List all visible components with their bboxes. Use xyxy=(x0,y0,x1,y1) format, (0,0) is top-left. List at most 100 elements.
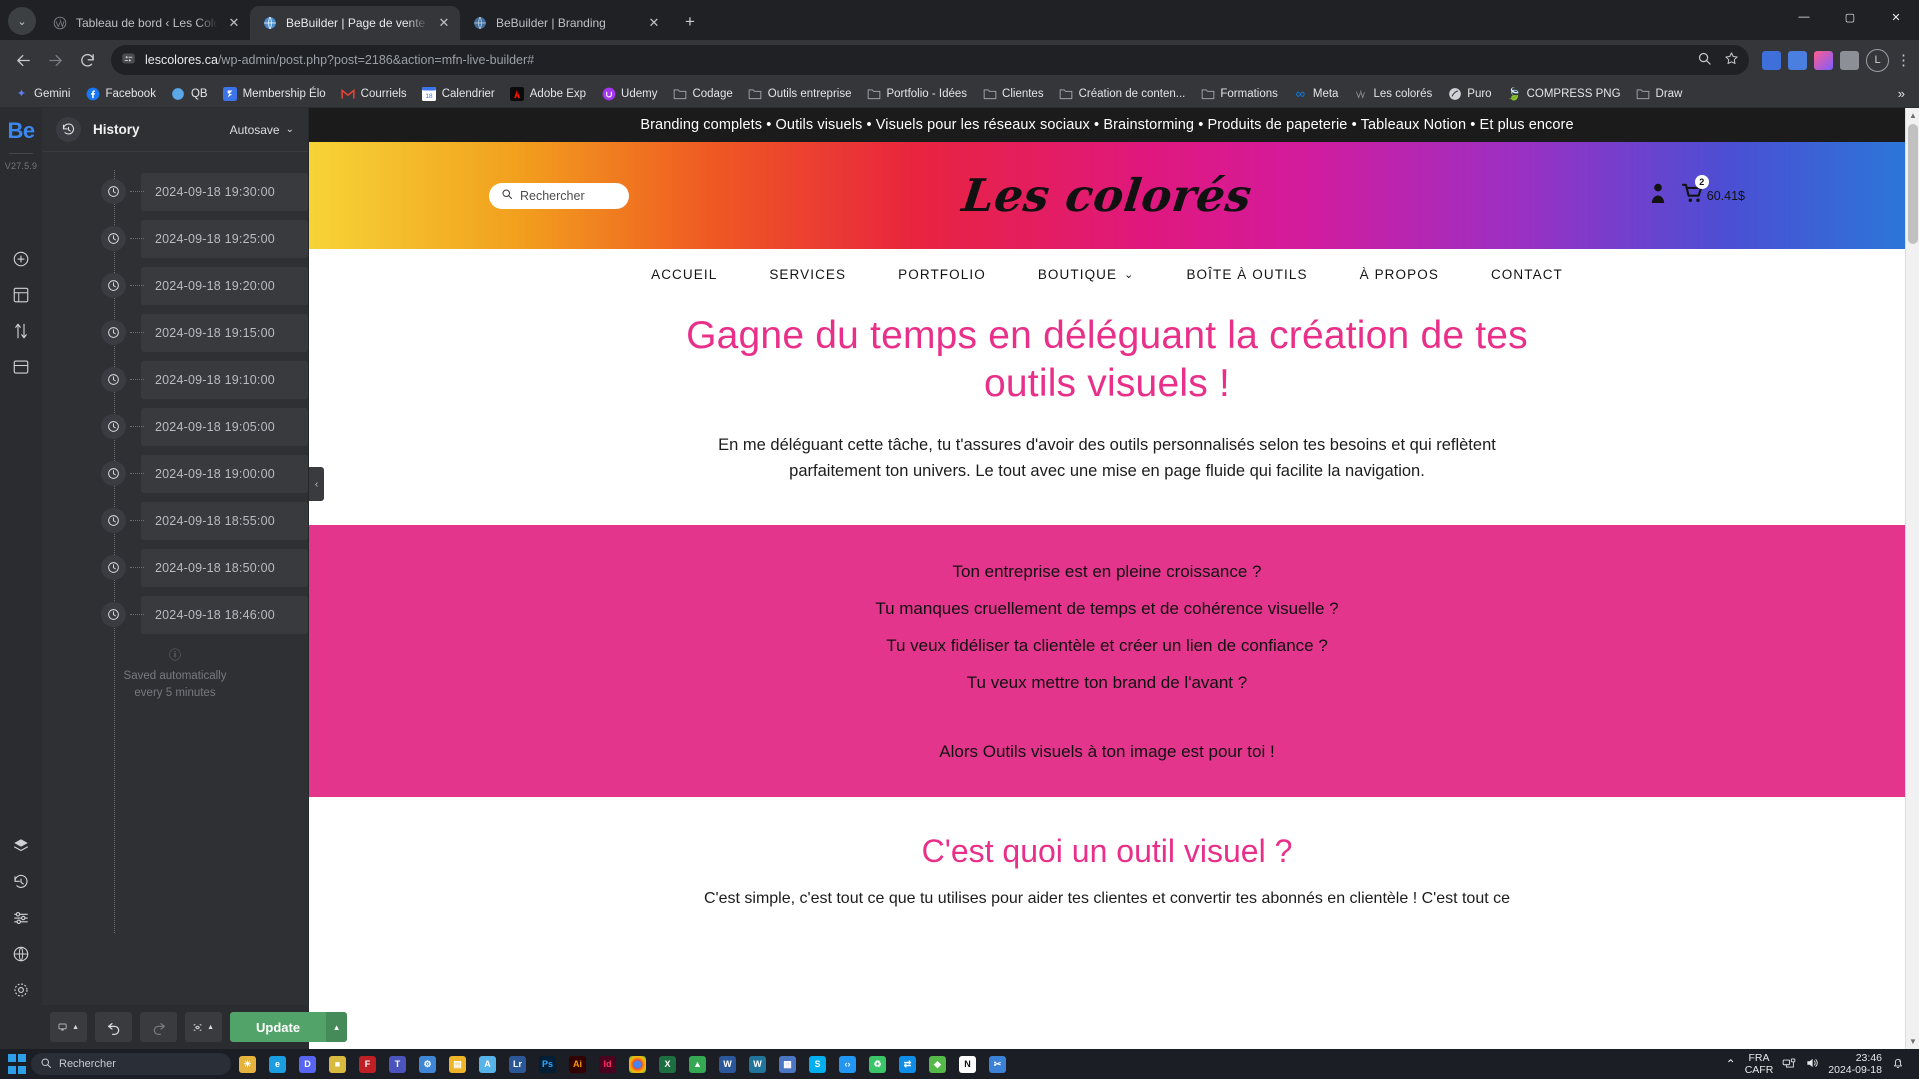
history-icon[interactable] xyxy=(12,872,31,891)
network-icon[interactable] xyxy=(1782,1056,1796,1073)
nav-item-accueil[interactable]: ACCUEIL xyxy=(625,267,743,282)
browser-menu-icon[interactable]: ⋮ xyxy=(1896,51,1911,69)
minimize-button[interactable]: — xyxy=(1781,0,1827,34)
update-options-caret-icon[interactable]: ▲ xyxy=(326,1012,348,1042)
bookmark-compress-png[interactable]: 🍃 COMPRESS PNG xyxy=(1501,83,1627,104)
taskbar-app-notion-icon[interactable]: N xyxy=(954,1051,981,1077)
taskbar-app-teamviewer-icon[interactable]: ⇄ xyxy=(894,1051,921,1077)
taskbar-app-excel-icon[interactable]: X xyxy=(654,1051,681,1077)
close-icon[interactable]: ✕ xyxy=(226,15,242,31)
address-bar[interactable]: lescolores.ca/wp-admin/post.php?post=218… xyxy=(111,45,1749,75)
history-entry[interactable]: 2024-09-18 18:55:00 xyxy=(42,497,308,544)
nav-item-boite-a-outils[interactable]: BOÎTE À OUTILS xyxy=(1160,267,1333,282)
extension-grid-icon[interactable] xyxy=(1762,50,1781,70)
forward-icon[interactable] xyxy=(40,45,70,75)
add-circle-icon[interactable] xyxy=(12,249,31,268)
responsive-mode-button[interactable]: ▲ xyxy=(50,1012,87,1042)
history-entry[interactable]: 2024-09-18 19:25:00 xyxy=(42,215,308,262)
history-entry[interactable]: 2024-09-18 19:05:00 xyxy=(42,403,308,450)
panel-collapse-handle[interactable]: ‹ xyxy=(309,467,324,501)
taskbar-app-vscode-icon[interactable]: ‹› xyxy=(834,1051,861,1077)
bookmark-draw[interactable]: Draw xyxy=(1630,83,1689,104)
taskbar-app-settings-icon[interactable]: ⚙ xyxy=(414,1051,441,1077)
taskbar-app-skype-icon[interactable]: S xyxy=(804,1051,831,1077)
bookmarks-overflow-button[interactable]: » xyxy=(1892,86,1911,101)
scroll-down-arrow[interactable]: ▼ xyxy=(1906,1034,1919,1049)
taskbar-app-indesign-icon[interactable]: Id xyxy=(594,1051,621,1077)
bookmark-portfolio-idees[interactable]: Portfolio - Idées xyxy=(860,83,973,104)
history-entry[interactable]: 2024-09-18 19:20:00 xyxy=(42,262,308,309)
layers-icon[interactable] xyxy=(12,836,31,855)
history-entry[interactable]: 2024-09-18 19:00:00 xyxy=(42,450,308,497)
template-icon[interactable] xyxy=(12,357,31,376)
bookmark-udemy[interactable]: Udemy xyxy=(595,83,663,104)
nav-item-a-propos[interactable]: À PROPOS xyxy=(1334,267,1465,282)
bookmark-outils-entreprise[interactable]: Outils entreprise xyxy=(742,83,858,104)
taskbar-app-filezilla-icon[interactable]: F xyxy=(354,1051,381,1077)
search-icon[interactable] xyxy=(1697,51,1712,69)
undo-button[interactable] xyxy=(95,1012,132,1042)
bookmark-gemini[interactable]: ✦ Gemini xyxy=(8,83,76,104)
bookmark-formations[interactable]: Formations xyxy=(1194,83,1284,104)
gear-icon[interactable] xyxy=(12,980,31,999)
maximize-button[interactable]: ▢ xyxy=(1827,0,1873,34)
history-entry[interactable]: 2024-09-18 18:50:00 xyxy=(42,544,308,591)
bookmark-clientes[interactable]: Clientes xyxy=(976,83,1050,104)
taskbar-app-acrobat-icon[interactable]: A xyxy=(474,1051,501,1077)
autosave-dropdown[interactable]: Autosave ⌄ xyxy=(230,123,294,137)
nav-item-boutique[interactable]: BOUTIQUE ⌄ xyxy=(1012,267,1161,282)
scroll-up-arrow[interactable]: ▲ xyxy=(1906,108,1919,123)
close-window-button[interactable]: ✕ xyxy=(1873,0,1919,34)
windows-icon[interactable] xyxy=(6,1053,28,1075)
sliders-icon[interactable] xyxy=(12,908,31,927)
browser-tab-1[interactable]: BeBuilder | Page de vente – Out ✕ xyxy=(250,6,460,40)
close-icon[interactable]: ✕ xyxy=(436,15,452,31)
bookmark-membership-elo[interactable]: Membership Élo xyxy=(217,83,332,104)
scrollbar-thumb[interactable] xyxy=(1908,124,1918,244)
taskbar-app-wordpress-icon[interactable]: W xyxy=(744,1051,771,1077)
star-icon[interactable] xyxy=(1724,51,1739,69)
bookmark-les-colores[interactable]: Les colorés xyxy=(1347,83,1438,104)
bebuilder-logo[interactable]: Be xyxy=(7,120,35,142)
bookmark-facebook[interactable]: Facebook xyxy=(79,83,162,104)
history-entry[interactable]: 2024-09-18 19:15:00 xyxy=(42,309,308,356)
back-icon[interactable] xyxy=(8,45,38,75)
taskbar-app-calculator-icon[interactable]: ▦ xyxy=(774,1051,801,1077)
grid-add-icon[interactable] xyxy=(12,285,31,304)
clock[interactable]: 23:46 2024-09-18 xyxy=(1828,1052,1882,1076)
globe-icon[interactable] xyxy=(12,944,31,963)
bookmark-qb[interactable]: QB xyxy=(165,83,214,104)
tray-expand-chevron-icon[interactable]: ⌃ xyxy=(1726,1057,1736,1071)
history-entry[interactable]: 2024-09-18 19:30:00 xyxy=(42,168,308,215)
taskbar-search-box[interactable]: Rechercher xyxy=(31,1053,231,1075)
extension-split-icon[interactable] xyxy=(1788,50,1807,70)
nav-item-services[interactable]: SERVICES xyxy=(743,267,872,282)
reload-icon[interactable] xyxy=(72,45,102,75)
taskbar-app-photoshop-icon[interactable]: Ps xyxy=(534,1051,561,1077)
cart-widget[interactable]: 2 60.41$ xyxy=(1681,175,1745,208)
taskbar-app-edge-icon[interactable]: e xyxy=(264,1051,291,1077)
history-entry[interactable]: 2024-09-18 19:10:00 xyxy=(42,356,308,403)
bookmark-calendrier[interactable]: 18 Calendrier xyxy=(416,83,501,104)
language-indicator[interactable]: FRA CAFR xyxy=(1745,1052,1774,1076)
user-icon[interactable] xyxy=(1648,182,1668,209)
taskbar-app-recycle-icon[interactable]: ♻ xyxy=(864,1051,891,1077)
taskbar-app-illustrator-icon[interactable]: Ai xyxy=(564,1051,591,1077)
new-tab-button[interactable]: + xyxy=(676,8,704,36)
nav-item-portfolio[interactable]: PORTFOLIO xyxy=(872,267,1012,282)
nav-item-contact[interactable]: CONTACT xyxy=(1465,267,1589,282)
taskbar-app-libreoffice-icon[interactable]: ■ xyxy=(324,1051,351,1077)
sort-updown-icon[interactable] xyxy=(12,321,31,340)
bookmark-courriels[interactable]: Courriels xyxy=(335,83,413,104)
taskbar-app-app-green-icon[interactable]: ◆ xyxy=(924,1051,951,1077)
taskbar-app-drive-icon[interactable]: ▲ xyxy=(684,1051,711,1077)
bookmark-puro[interactable]: Puro xyxy=(1441,83,1497,104)
bell-sleep-icon[interactable]: z xyxy=(1891,1056,1905,1073)
avatar[interactable]: L xyxy=(1866,48,1889,72)
browser-tab-2[interactable]: BeBuilder | Branding ✕ xyxy=(460,6,670,40)
browser-tab-0[interactable]: Tableau de bord ‹ Les Colorés – ✕ xyxy=(40,6,250,40)
taskbar-app-teams-icon[interactable]: T xyxy=(384,1051,411,1077)
taskbar-app-word-icon[interactable]: W xyxy=(714,1051,741,1077)
tab-search-dropdown-button[interactable]: ⌄ xyxy=(8,7,36,35)
taskbar-app-explorer-icon[interactable]: ▤ xyxy=(444,1051,471,1077)
